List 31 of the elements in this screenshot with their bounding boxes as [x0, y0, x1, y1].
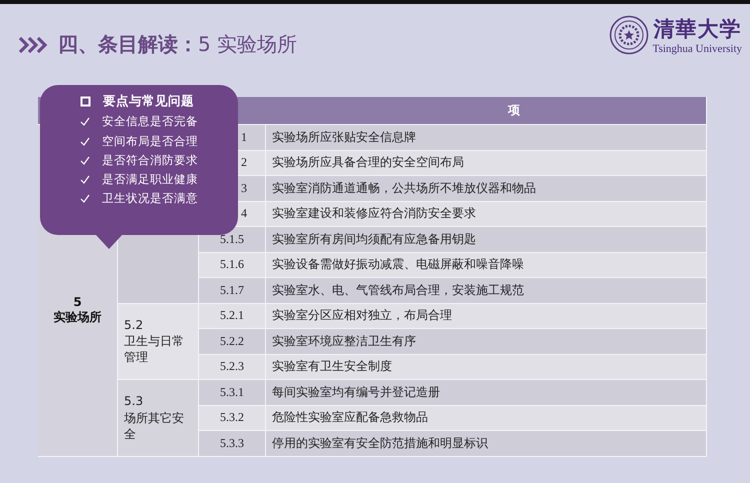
- table-cell: 危险性实验室应配备急救物品: [266, 406, 707, 431]
- table-cell: 实验室水、电、气管线布局合理，安装施工规范: [266, 278, 707, 304]
- table-cell: 实验室消防通道通畅，公共场所不堆放仪器和物品: [266, 176, 707, 202]
- university-seal-icon: [608, 15, 649, 55]
- checkbox-square-icon: [80, 96, 91, 107]
- table-cell: 实验设备需做好振动减震、电磁屏蔽和噪音降噪: [266, 252, 707, 278]
- table-cell: 5.1.6: [199, 252, 266, 278]
- table-cell: 5.2.1: [199, 304, 266, 329]
- table-cell: 5.2.2: [199, 329, 266, 354]
- table-cell: 5.3.1: [199, 380, 266, 406]
- callout-title: 要点与常见问题: [103, 93, 194, 110]
- slide-title: 四、条目解读：5 实验场所: [58, 31, 298, 58]
- chevrons-icon: [18, 36, 48, 54]
- column-heading: 项: [508, 102, 520, 119]
- table-cell: 实验室建设和装修应符合消防安全要求: [266, 202, 707, 227]
- table-cell: 每间实验室均有编号并登记造册: [266, 380, 707, 406]
- table-cell: 实验室有卫生安全制度: [266, 354, 707, 380]
- table-cell: 实验室所有房间均须配有应急备用钥匙: [266, 227, 707, 252]
- logo-subtitle: Tsinghua University: [652, 43, 742, 55]
- logo-wordmark: 清華大学: [653, 15, 742, 43]
- table-cell: 实验场所应张贴安全信息牌: [266, 125, 707, 150]
- table-cell: 5.3.3: [199, 431, 266, 456]
- table-cell: 5.3 场所其它安全: [118, 380, 199, 456]
- table-cell: 5.2.3: [199, 354, 266, 380]
- table-cell: 实验室分区应相对独立，布局合理: [266, 304, 707, 329]
- table-cell: 实验室环境应整洁卫生有序: [266, 329, 707, 354]
- table-cell: 5.3.2: [199, 406, 266, 431]
- table-cell: 实验场所应具备合理的安全空间布局: [266, 150, 707, 176]
- table-cell: 5.2 卫生与日常管理: [118, 304, 199, 380]
- table-cell: 停用的实验室有安全防范措施和明显标识: [266, 431, 707, 456]
- table-cell: 5.1.7: [199, 278, 266, 304]
